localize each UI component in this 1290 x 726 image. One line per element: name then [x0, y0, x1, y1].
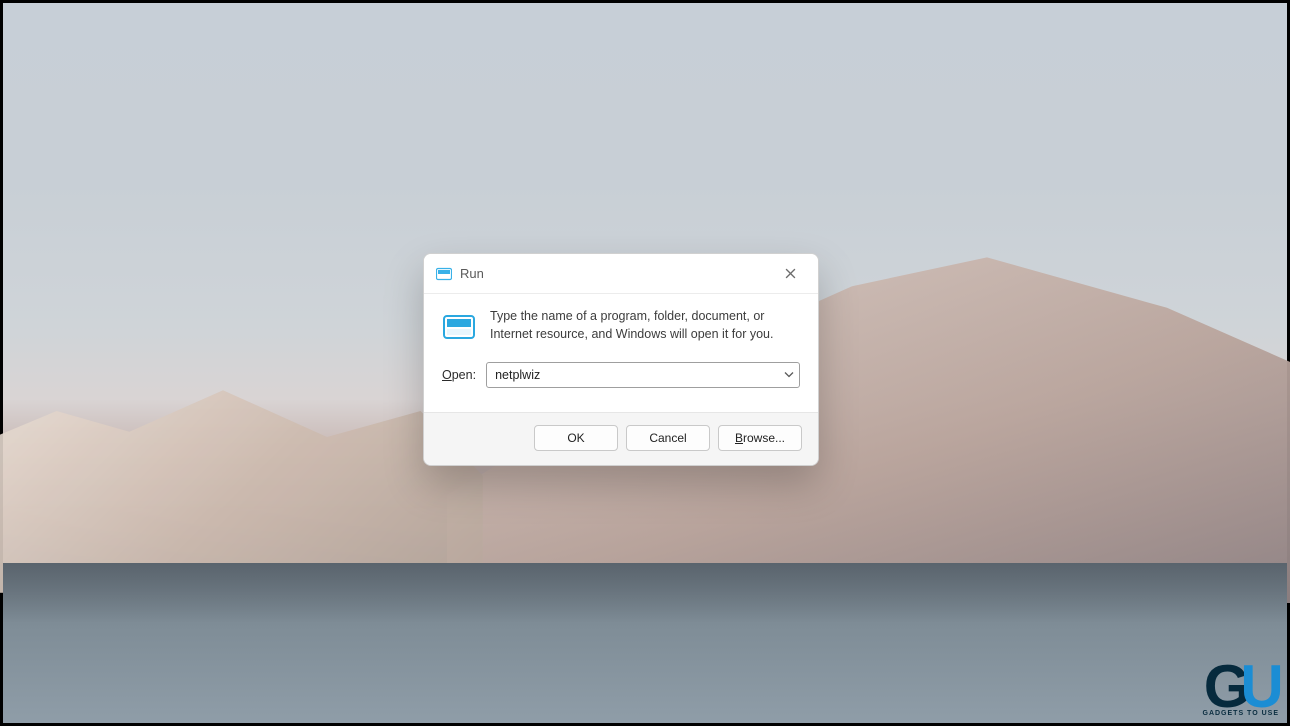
close-button[interactable]: [772, 260, 808, 288]
open-combobox[interactable]: [486, 362, 800, 388]
ok-button[interactable]: OK: [534, 425, 618, 451]
watermark-g: G: [1204, 661, 1245, 712]
run-big-icon: [442, 310, 476, 344]
run-title-icon: [436, 266, 452, 282]
titlebar[interactable]: Run: [424, 254, 818, 294]
wallpaper-lake: [3, 563, 1287, 723]
watermark-u: U: [1240, 661, 1277, 712]
open-label: Open:: [442, 368, 476, 382]
watermark-logo: G U GADGETS TO USE: [1203, 661, 1280, 717]
run-dialog: Run Type the name of a program, folder, …: [423, 253, 819, 466]
dialog-title: Run: [460, 266, 484, 281]
button-bar: OK Cancel Browse...: [424, 412, 818, 465]
dialog-content: Type the name of a program, folder, docu…: [424, 294, 818, 412]
cancel-button[interactable]: Cancel: [626, 425, 710, 451]
watermark-tagline: GADGETS TO USE: [1203, 710, 1280, 717]
wallpaper-dune-left: [0, 333, 483, 593]
browse-button[interactable]: Browse...: [718, 425, 802, 451]
open-input[interactable]: [486, 362, 800, 388]
close-icon: [785, 268, 796, 279]
dialog-description: Type the name of a program, folder, docu…: [490, 308, 800, 343]
